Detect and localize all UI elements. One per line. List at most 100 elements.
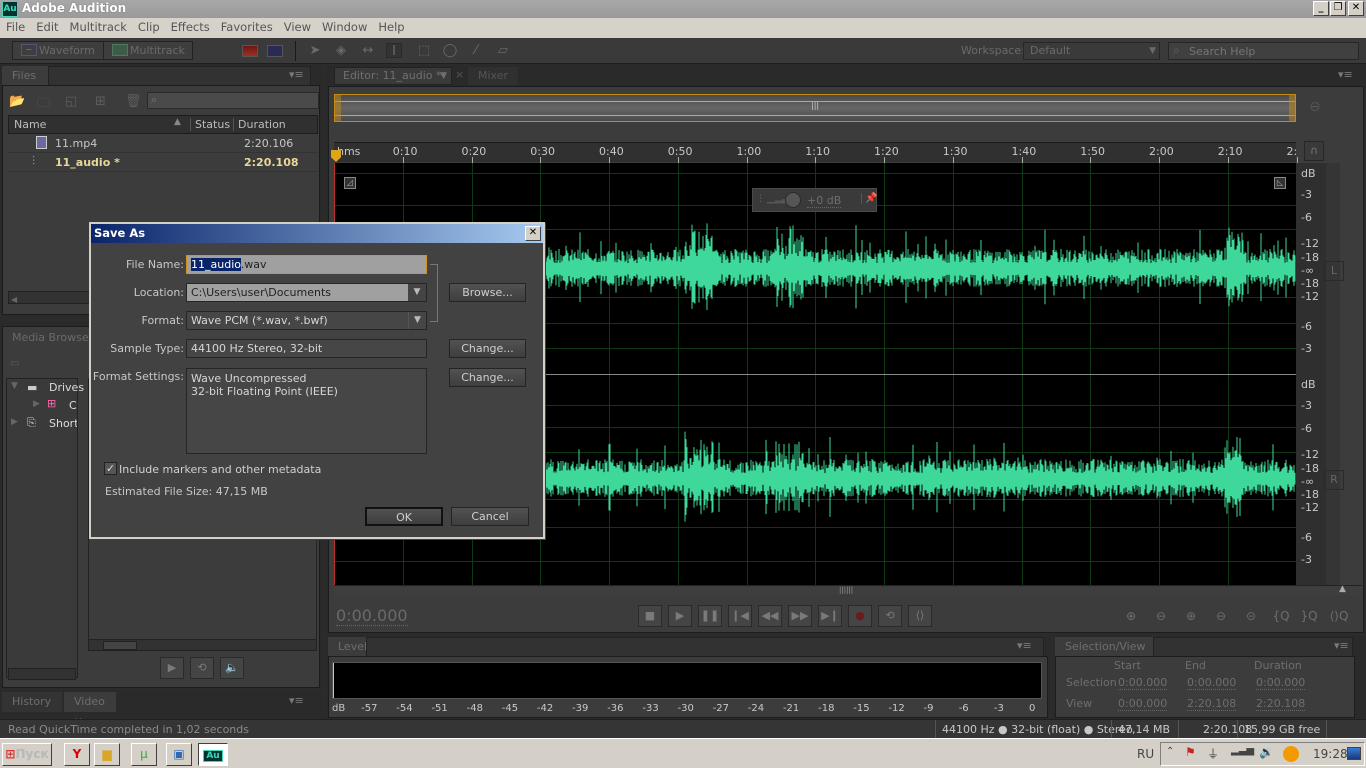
preview-loop-button[interactable]: ⟲ xyxy=(190,657,214,679)
show-desktop-icon[interactable] xyxy=(1347,747,1361,760)
tree-item-drives[interactable]: Drives xyxy=(49,381,84,394)
preview-play-button[interactable]: ▶ xyxy=(160,657,184,679)
format-select[interactable]: Wave PCM (*.wav, *.bwf) ▼ xyxy=(186,311,427,330)
zoom-to-selection-icon[interactable]: ⟨⟩Q xyxy=(1328,606,1350,626)
scroll-up-icon[interactable]: ▲ xyxy=(1339,584,1346,594)
menu-window[interactable]: Window xyxy=(316,18,372,34)
file-explorer-icon[interactable]: ▆ xyxy=(94,743,120,766)
language-indicator[interactable]: RU xyxy=(1137,747,1154,761)
drag-grip-icon[interactable]: ⋮ xyxy=(756,194,765,204)
fade-out-handle-icon[interactable]: ◺ xyxy=(1274,177,1286,189)
zoom-navigator-icon[interactable]: ⊖ xyxy=(1309,99,1321,115)
yandex-browser-icon[interactable]: Y xyxy=(64,743,90,766)
selection-duration[interactable]: 0:00.000 xyxy=(1256,676,1306,690)
file-name-input[interactable]: 11_audio.wav xyxy=(186,255,427,274)
view-duration[interactable]: 2:20.108 xyxy=(1256,697,1306,711)
start-button[interactable]: ⊞Пуск xyxy=(2,743,52,766)
waveform-view-button[interactable]: ~ Waveform xyxy=(12,41,104,60)
overview-left-handle[interactable] xyxy=(335,95,341,121)
column-duration[interactable]: Duration xyxy=(233,118,286,131)
menu-clip[interactable]: Clip xyxy=(132,18,165,34)
selection-start[interactable]: 0:00.000 xyxy=(1118,676,1168,690)
overview-right-handle[interactable] xyxy=(1289,95,1295,121)
minimize-button[interactable]: _ xyxy=(1313,1,1329,16)
chevron-down-icon[interactable]: ▼ xyxy=(408,284,426,301)
razor-tool-icon[interactable]: ◈ xyxy=(333,43,349,58)
tab-levels[interactable]: Levels × xyxy=(328,637,373,672)
view-end[interactable]: 2:20.108 xyxy=(1187,697,1237,711)
avast-icon[interactable] xyxy=(1283,746,1299,762)
editor-h-scrollbar[interactable]: |||||| ▲ xyxy=(334,584,1362,595)
open-file-icon[interactable]: 📂 xyxy=(9,94,25,109)
action-center-flag-icon[interactable]: ⚑ xyxy=(1185,745,1196,759)
change-format-settings-button[interactable]: Change... xyxy=(449,368,526,387)
multitrack-view-button[interactable]: Multitrack xyxy=(103,41,193,60)
file-row[interactable]: 11.mp4 2:20.106 xyxy=(8,134,318,153)
tab-selection-view[interactable]: Selection/View × xyxy=(1055,637,1153,672)
zoom-in-at-start-icon[interactable]: {Q xyxy=(1270,606,1292,626)
location-select[interactable]: C:\Users\user\Documents ▼ xyxy=(186,283,427,302)
play-button[interactable]: ▶ xyxy=(668,605,692,627)
zoom-in-at-end-icon[interactable]: }Q xyxy=(1298,606,1320,626)
search-help-input[interactable] xyxy=(1189,44,1354,58)
tab-media-browser[interactable]: Media Browser xyxy=(12,331,93,344)
collapsed-arrow-icon[interactable]: ▶ xyxy=(11,417,18,427)
tree-h-scrollbar[interactable] xyxy=(8,668,76,680)
tab-video[interactable]: Video × xyxy=(64,692,116,727)
fast-forward-button[interactable]: ▶▶ xyxy=(788,605,812,627)
overview-navigator[interactable]: ||| xyxy=(334,94,1296,122)
lasso-tool-icon[interactable]: ◯ xyxy=(442,43,458,58)
tree-item-c[interactable]: C: xyxy=(69,399,78,412)
zoom-in-amplitude-icon[interactable]: ⊕ xyxy=(1120,606,1142,626)
expanded-arrow-icon[interactable]: ▼ xyxy=(11,381,18,391)
workspace-select[interactable]: Default ▼ xyxy=(1023,42,1160,60)
menu-effects[interactable]: Effects xyxy=(165,18,215,34)
close-tab-icon[interactable]: × xyxy=(455,68,464,81)
tab-mixer[interactable]: Mixer xyxy=(468,67,518,85)
zoom-out-time-icon[interactable]: ⊖ xyxy=(1210,606,1232,626)
network-signal-icon[interactable]: ▂▃▅ xyxy=(1231,745,1254,756)
selection-end[interactable]: 0:00.000 xyxy=(1187,676,1237,690)
adobe-audition-taskbar-button[interactable]: Au xyxy=(198,743,228,766)
include-metadata-label[interactable]: Include markers and other metadata xyxy=(119,463,321,476)
marquee-tool-icon[interactable]: ⬚ xyxy=(416,43,432,58)
zoom-out-full-icon[interactable]: ⊝ xyxy=(1240,606,1262,626)
time-ruler[interactable]: hms 0:10 0:20 0:30 0:40 0:50 1:00 1:10 1:20 1:30… xyxy=(334,142,1298,163)
spectral-frequency-icon[interactable] xyxy=(242,45,258,57)
tab-editor[interactable]: Editor: 11_audio * ▼ xyxy=(334,67,452,85)
go-to-start-button[interactable]: ❙◀ xyxy=(728,605,752,627)
pause-button[interactable]: ❚❚ xyxy=(698,605,722,627)
snap-magnet-icon[interactable]: ∩ xyxy=(1304,141,1324,161)
time-selection-tool-icon[interactable]: I xyxy=(386,43,402,59)
fade-in-handle-icon[interactable]: ◿ xyxy=(344,177,356,189)
menu-favorites[interactable]: Favorites xyxy=(215,18,278,34)
dialog-close-button[interactable]: ✕ xyxy=(525,226,541,241)
gain-knob[interactable] xyxy=(785,192,801,208)
move-tool-icon[interactable]: ➤ xyxy=(307,43,323,58)
column-name[interactable]: Name xyxy=(14,118,46,131)
control-panel-icon[interactable]: ▣ xyxy=(166,743,192,766)
menu-view[interactable]: View xyxy=(278,18,316,34)
ok-button[interactable]: OK xyxy=(365,507,443,526)
channel-r-toggle[interactable]: R xyxy=(1324,470,1344,490)
preview-volume-button[interactable]: 🔈 xyxy=(220,657,244,679)
brush-tool-icon[interactable]: ⁄ xyxy=(468,43,484,58)
menu-edit[interactable]: Edit xyxy=(30,18,63,34)
column-status[interactable]: Status xyxy=(190,118,230,131)
record-button[interactable]: ● xyxy=(848,605,872,627)
search-help-field[interactable]: ⌕ xyxy=(1168,42,1359,60)
zoom-out-amplitude-icon[interactable]: ⊖ xyxy=(1150,606,1172,626)
gain-value[interactable]: +0 dB xyxy=(807,194,842,208)
hud-gain-control[interactable]: ⋮ ▁▂▃ +0 dB 📌 xyxy=(752,188,877,212)
file-row-active[interactable]: ⫶ 11_audio * 2:20.108 xyxy=(8,153,318,172)
panel-menu-icon[interactable]: ▾≡ xyxy=(1338,68,1353,81)
chevron-down-icon[interactable]: ▼ xyxy=(440,68,447,84)
restore-button[interactable]: ❐ xyxy=(1330,1,1346,16)
menu-file[interactable]: File xyxy=(0,18,30,34)
panel-menu-icon[interactable]: ▾≡ xyxy=(289,694,304,707)
collapsed-arrow-icon[interactable]: ▶ xyxy=(33,399,40,409)
zoom-in-time-icon[interactable]: ⊕ xyxy=(1180,606,1202,626)
pin-icon[interactable]: 📌 xyxy=(861,193,877,204)
volume-icon[interactable]: 🔉 xyxy=(1259,745,1274,759)
clock[interactable]: 19:28 xyxy=(1313,747,1348,761)
